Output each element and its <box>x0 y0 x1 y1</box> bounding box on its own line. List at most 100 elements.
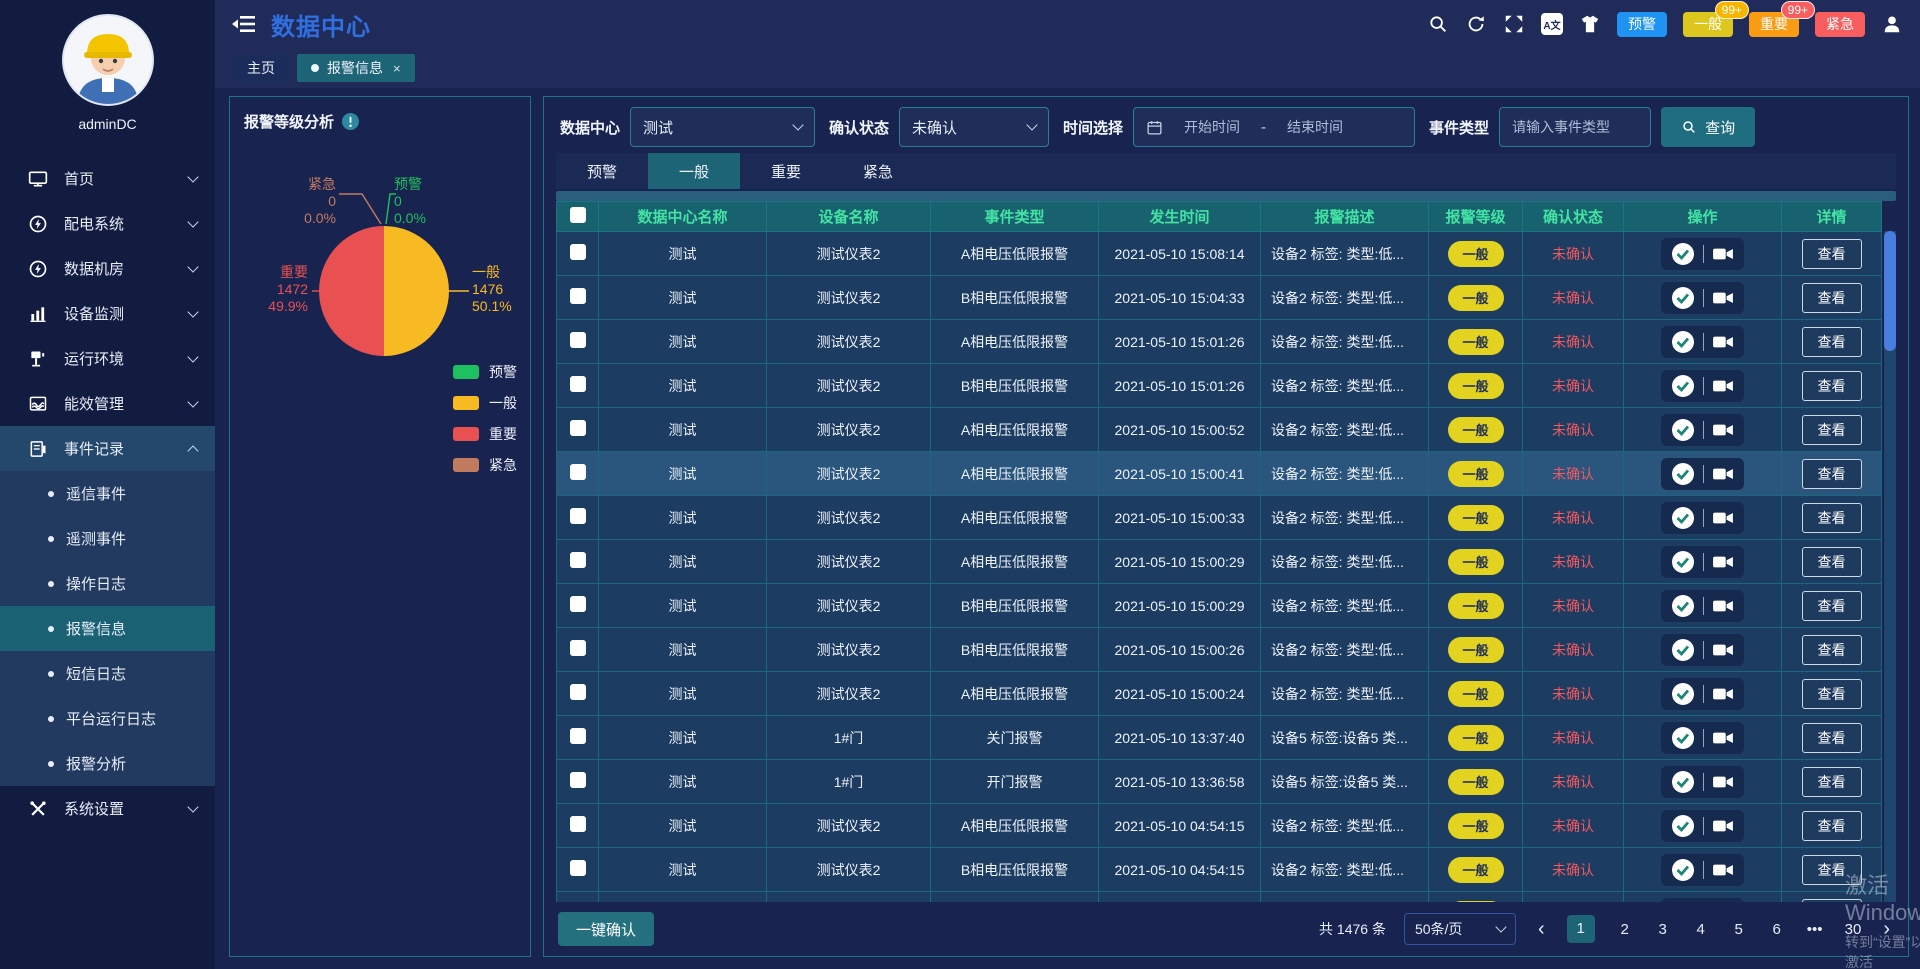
row-checkbox[interactable] <box>570 640 586 656</box>
legend-item[interactable]: 紧急 <box>453 455 517 475</box>
next-page-button[interactable]: › <box>1879 918 1894 941</box>
camera-icon[interactable] <box>1712 861 1734 879</box>
legend-item[interactable]: 预警 <box>453 362 517 382</box>
translate-icon[interactable]: A文 <box>1541 13 1563 35</box>
tab-level-urgent[interactable]: 紧急 <box>832 153 924 189</box>
page-number[interactable]: 5 <box>1731 921 1747 938</box>
view-detail-button[interactable]: 查看 <box>1802 635 1862 665</box>
tab-level-normal[interactable]: 一般 <box>648 153 740 189</box>
page-number[interactable]: 30 <box>1845 921 1862 938</box>
sidebar-subitem[interactable]: 遥信事件 <box>0 471 215 516</box>
view-detail-button[interactable]: 查看 <box>1802 283 1862 313</box>
view-detail-button[interactable]: 查看 <box>1802 239 1862 269</box>
sidebar-subitem[interactable]: 报警信息 <box>0 606 215 651</box>
info-icon[interactable] <box>342 113 359 130</box>
camera-icon[interactable] <box>1712 641 1734 659</box>
alarm-badge-major[interactable]: 重要 99+ <box>1749 12 1799 37</box>
view-detail-button[interactable]: 查看 <box>1802 723 1862 753</box>
view-detail-button[interactable]: 查看 <box>1802 503 1862 533</box>
confirm-all-button[interactable]: 一键确认 <box>558 912 654 946</box>
camera-icon[interactable] <box>1712 421 1734 439</box>
confirm-icon[interactable] <box>1671 374 1695 398</box>
scrollbar-thumb[interactable] <box>1884 231 1896 351</box>
confirm-state-select[interactable]: 未确认 <box>899 107 1049 147</box>
camera-icon[interactable] <box>1712 553 1734 571</box>
view-detail-button[interactable]: 查看 <box>1802 371 1862 401</box>
camera-icon[interactable] <box>1712 597 1734 615</box>
camera-icon[interactable] <box>1712 685 1734 703</box>
tab-home[interactable]: 主页 <box>233 54 289 82</box>
search-icon[interactable] <box>1427 13 1449 35</box>
date-range-picker[interactable]: - <box>1133 107 1415 147</box>
confirm-icon[interactable] <box>1671 726 1695 750</box>
view-detail-button[interactable]: 查看 <box>1802 855 1862 885</box>
tab-alarm-info[interactable]: 报警信息 × <box>297 54 415 82</box>
sidebar-item-energy-mgmt[interactable]: 能效管理 <box>0 381 215 426</box>
alarm-badge-urgent[interactable]: 紧急 <box>1815 12 1865 37</box>
sidebar-subitem[interactable]: 遥测事件 <box>0 516 215 561</box>
event-type-input[interactable] <box>1512 119 1632 135</box>
collapse-sidebar-icon[interactable] <box>231 13 257 35</box>
datacenter-select[interactable]: 测试 <box>630 107 815 147</box>
row-checkbox[interactable] <box>570 464 586 480</box>
confirm-icon[interactable] <box>1671 814 1695 838</box>
user-icon[interactable] <box>1881 13 1903 35</box>
view-detail-button[interactable]: 查看 <box>1802 327 1862 357</box>
alarm-badge-warning[interactable]: 预警 <box>1617 12 1667 37</box>
camera-icon[interactable] <box>1712 773 1734 791</box>
confirm-icon[interactable] <box>1671 506 1695 530</box>
confirm-icon[interactable] <box>1671 550 1695 574</box>
alarm-badge-normal[interactable]: 一般 99+ <box>1683 12 1733 37</box>
select-all-checkbox[interactable] <box>570 207 586 223</box>
page-number[interactable]: 2 <box>1617 921 1633 938</box>
view-detail-button[interactable]: 查看 <box>1802 679 1862 709</box>
sidebar-subitem[interactable]: 短信日志 <box>0 651 215 696</box>
confirm-icon[interactable] <box>1671 594 1695 618</box>
sidebar-item-home[interactable]: 首页 <box>0 156 215 201</box>
camera-icon[interactable] <box>1712 509 1734 527</box>
legend-item[interactable]: 重要 <box>453 424 517 444</box>
camera-icon[interactable] <box>1712 245 1734 263</box>
confirm-icon[interactable] <box>1671 418 1695 442</box>
sidebar-item-power-distribution[interactable]: 配电系统 <box>0 201 215 246</box>
page-number[interactable]: 1 <box>1567 915 1595 943</box>
camera-icon[interactable] <box>1712 729 1734 747</box>
row-checkbox[interactable] <box>570 244 586 260</box>
confirm-icon[interactable] <box>1671 638 1695 662</box>
row-checkbox[interactable] <box>570 816 586 832</box>
horizontal-scrollbar[interactable] <box>556 191 1896 201</box>
camera-icon[interactable] <box>1712 377 1734 395</box>
confirm-icon[interactable] <box>1671 902 1695 903</box>
view-detail-button[interactable]: 查看 <box>1802 459 1862 489</box>
camera-icon[interactable] <box>1712 333 1734 351</box>
row-checkbox[interactable] <box>570 728 586 744</box>
avatar[interactable] <box>62 14 154 106</box>
row-checkbox[interactable] <box>570 772 586 788</box>
row-checkbox[interactable] <box>570 420 586 436</box>
sidebar-subitem[interactable]: 报警分析 <box>0 741 215 786</box>
row-checkbox[interactable] <box>570 684 586 700</box>
page-number[interactable]: 4 <box>1693 921 1709 938</box>
row-checkbox[interactable] <box>570 376 586 392</box>
camera-icon[interactable] <box>1712 289 1734 307</box>
row-checkbox[interactable] <box>570 508 586 524</box>
view-detail-button[interactable]: 查看 <box>1802 591 1862 621</box>
page-number[interactable]: ••• <box>1807 921 1823 938</box>
page-number[interactable]: 6 <box>1769 921 1785 938</box>
confirm-icon[interactable] <box>1671 858 1695 882</box>
confirm-icon[interactable] <box>1671 770 1695 794</box>
sidebar-item-device-monitor[interactable]: 设备监测 <box>0 291 215 336</box>
view-detail-button[interactable]: 查看 <box>1802 811 1862 841</box>
sidebar-item-event-record[interactable]: 事件记录 <box>0 426 215 471</box>
confirm-icon[interactable] <box>1671 242 1695 266</box>
query-button[interactable]: 查询 <box>1661 107 1755 147</box>
tab-level-warning[interactable]: 预警 <box>556 153 648 189</box>
close-tab-icon[interactable]: × <box>393 61 401 76</box>
confirm-icon[interactable] <box>1671 330 1695 354</box>
refresh-icon[interactable] <box>1465 13 1487 35</box>
sidebar-item-system-settings[interactable]: 系统设置 <box>0 786 215 831</box>
view-detail-button[interactable]: 查看 <box>1802 415 1862 445</box>
row-checkbox[interactable] <box>570 288 586 304</box>
confirm-icon[interactable] <box>1671 682 1695 706</box>
view-detail-button[interactable]: 查看 <box>1802 899 1862 903</box>
